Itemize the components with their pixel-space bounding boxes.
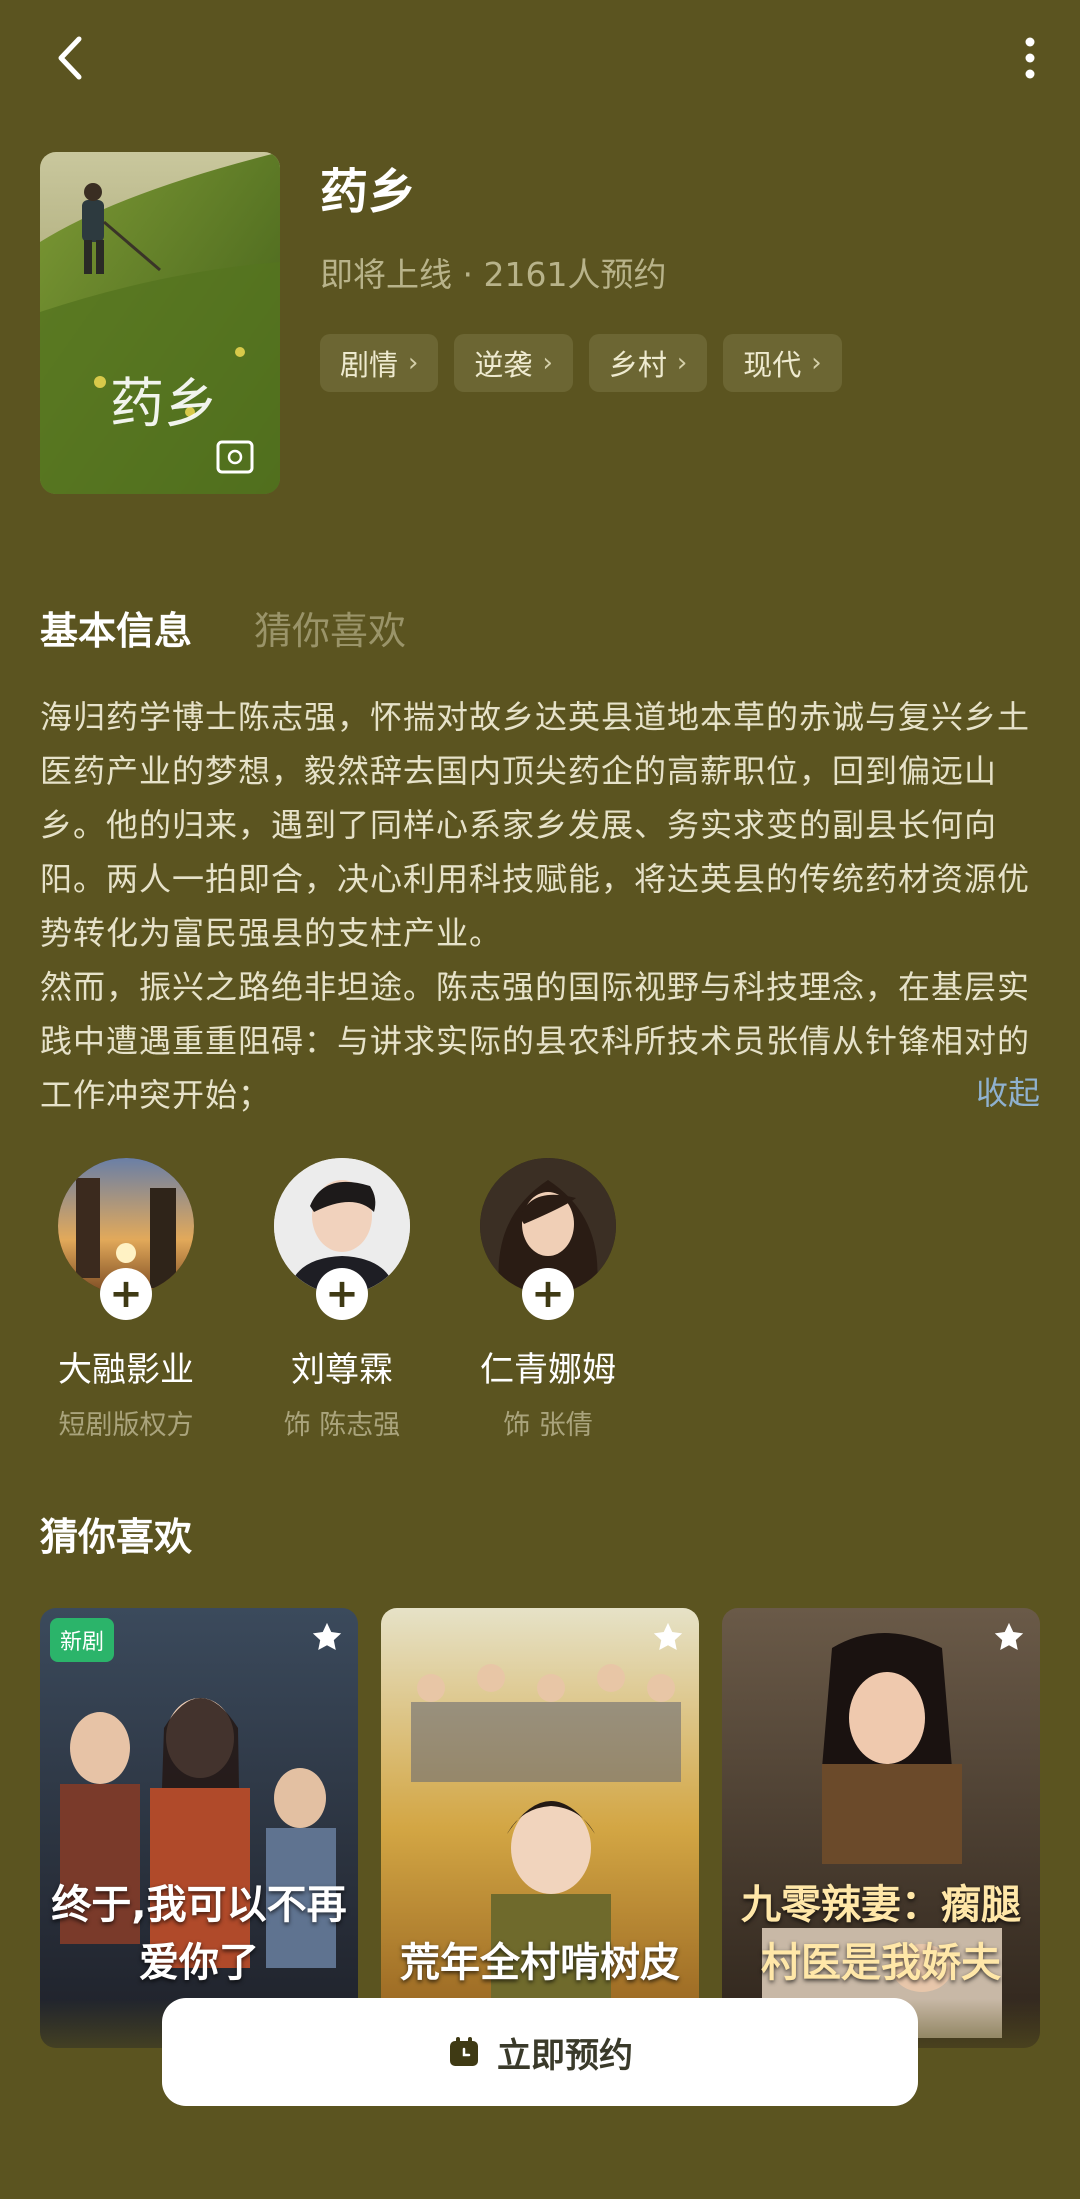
follow-button[interactable]: + [316,1268,368,1320]
release-status: 即将上线 · 2161人预约 [320,255,667,294]
chevron-right-icon: › [542,348,553,378]
reserve-label: 立即预约 [497,2035,633,2076]
synopsis: 海归药学博士陈志强，怀揣对故乡达英县道地本草的赤诚与复兴乡土医药产业的梦想，毅然… [40,690,1040,1122]
poster-calligraphy: 药乡 [110,372,218,435]
cast-item[interactable]: + 仁青娜姆 饰 张倩 [448,1158,648,1442]
favorite-star-icon[interactable] [992,1620,1026,1654]
tag-modern[interactable]: 现代 › [723,334,842,392]
favorite-star-icon[interactable] [310,1620,344,1654]
recommend-card[interactable]: 新剧 终于,我可以不再爱你了 [40,1608,358,2048]
calendar-icon [450,2037,478,2066]
tag-label: 现代 [743,348,802,382]
drama-title: 药乡 [320,164,417,220]
cast-list: + 大融影业 短剧版权方 + 刘尊霖 饰 陈志强 + 仁青娜姆 饰 张倩 [0,1158,1080,1441]
tag-label: 剧情 [340,348,399,382]
cast-item[interactable]: + 大融影业 短剧版权方 [26,1158,226,1442]
synopsis-paragraph-2: 然而，振兴之路绝非坦途。陈志强的国际视野与科技理念，在基层实践中遭遇重重阻碍：与… [40,968,1031,1114]
collapse-link[interactable]: 收起 [976,1068,1040,1114]
section-tabs: 基本信息 猜你喜欢 [40,600,406,655]
cast-item[interactable]: + 刘尊霖 饰 陈志强 [242,1158,442,1442]
cast-name: 刘尊霖 [291,1350,393,1390]
new-badge: 新剧 [50,1618,115,1662]
chevron-right-icon: › [676,348,688,378]
tag-comeback[interactable]: 逆袭 › [454,334,573,392]
chevron-right-icon: › [408,348,419,378]
chevron-right-icon: › [811,348,822,378]
card-title: 终于,我可以不再爱你了 [51,1882,347,1986]
poster-image: 药乡 [40,152,280,494]
tag-label: 乡村 [608,348,667,382]
back-button[interactable] [40,28,100,88]
tab-basic-info[interactable]: 基本信息 [40,600,192,655]
tag-rural[interactable]: 乡村 › [588,334,708,392]
synopsis-paragraph-1: 海归药学博士陈志强，怀揣对故乡达英县道地本草的赤诚与复兴乡土医药产业的梦想，毅然… [40,698,1031,952]
recommend-card[interactable]: 九零辣妻：瘸腿村医是我娇夫 [722,1608,1040,2048]
cast-role: 饰 陈志强 [283,1410,401,1441]
top-bar [0,0,1080,120]
tag-drama[interactable]: 剧情 › [320,334,439,392]
genre-tags: 剧情 › 逆袭 › 乡村 › 现代 › [320,334,842,392]
more-options-button[interactable] [1000,28,1060,88]
cast-name: 仁青娜姆 [480,1350,616,1390]
chevron-left-icon [58,36,82,80]
recommend-list: 新剧 终于,我可以不再爱你了 荒年全村啃树皮 九零辣妻：瘸腿村医是我娇夫 [40,1608,1040,2048]
reserve-button[interactable]: 立即预约 [162,1998,918,2106]
drama-poster[interactable]: 药乡 [40,152,280,494]
tag-label: 逆袭 [474,348,533,382]
cast-name: 大融影业 [58,1350,194,1390]
vertical-dots-icon [1025,37,1035,79]
recommend-heading: 猜你喜欢 [40,1515,193,1559]
favorite-star-icon[interactable] [651,1620,685,1654]
cast-role: 短剧版权方 [58,1410,194,1441]
cast-role: 饰 张倩 [503,1410,593,1441]
tab-recommend[interactable]: 猜你喜欢 [254,600,406,655]
recommend-card[interactable]: 荒年全村啃树皮 [381,1608,699,2048]
card-title: 荒年全村啃树皮 [400,1940,680,1986]
card-title: 九零辣妻：瘸腿村医是我娇夫 [741,1882,1021,1986]
follow-button[interactable]: + [522,1268,574,1320]
follow-button[interactable]: + [100,1268,152,1320]
